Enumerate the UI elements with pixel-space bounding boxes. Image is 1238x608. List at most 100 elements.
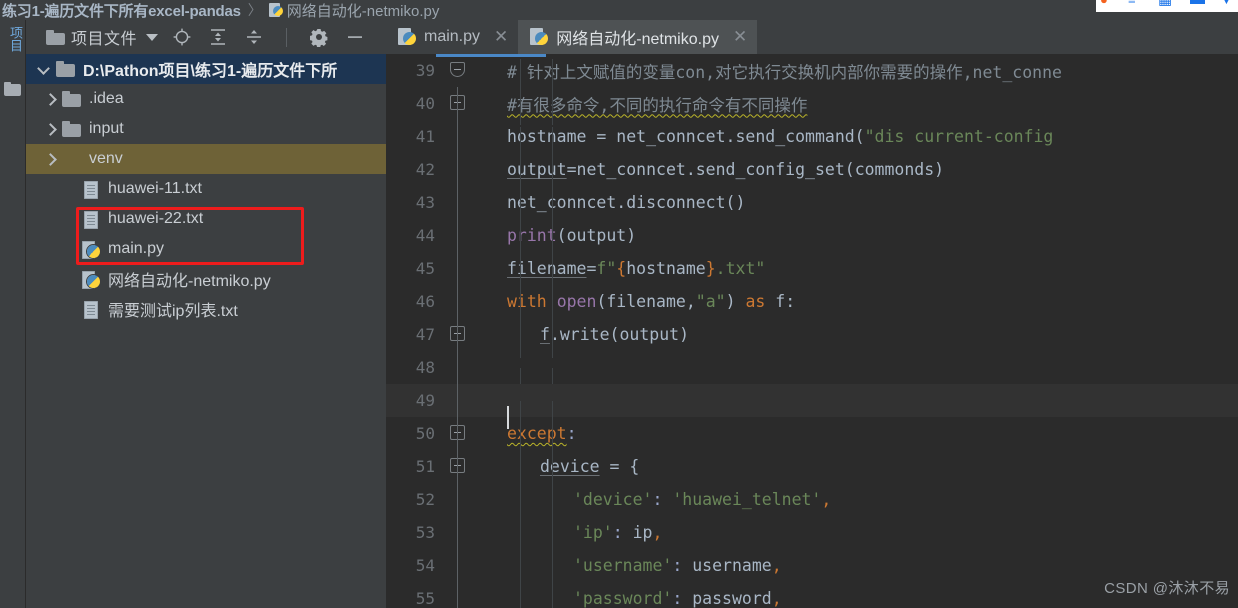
chat-icon[interactable]: ● xyxy=(1100,0,1108,6)
tree-row-project-root[interactable]: D:\Pathon项目\练习1-遍历文件下所 xyxy=(26,54,386,84)
fold-gutter[interactable] xyxy=(444,252,470,285)
line-number: 44 xyxy=(415,226,435,245)
code-line[interactable]: 39 # 针对上文赋值的变量con,对它执行交换机内部你需要的操作,net_con… xyxy=(386,54,1238,92)
code-lines[interactable]: 39 # 针对上文赋值的变量con,对它执行交换机内部你需要的操作,net_con… xyxy=(386,54,1238,608)
code-text: filename=f"{hostname}.txt" xyxy=(470,259,1238,292)
fold-gutter[interactable] xyxy=(444,153,470,186)
line-number: 40 xyxy=(415,94,435,113)
breadcrumb-project[interactable]: 练习1-遍历文件下所有excel-pandas xyxy=(2,0,241,20)
fold-gutter[interactable] xyxy=(444,285,470,318)
tree-row-huawei-11[interactable]: huawei-11.txt xyxy=(26,174,386,204)
code-text: # 针对上文赋值的变量con,对它执行交换机内部你需要的操作,net_conne xyxy=(470,58,1238,92)
code-line[interactable]: 45 filename=f"{hostname}.txt" xyxy=(386,252,1238,292)
fold-gutter[interactable] xyxy=(444,483,470,516)
tab-netmiko-py[interactable]: 网络自动化-netmiko.py ✕ xyxy=(518,20,758,54)
code-editor: main.py ✕ 网络自动化-netmiko.py ✕ 39 # 针对上文赋值的… xyxy=(386,20,1238,608)
tree-row-netmiko-py[interactable]: 网络自动化-netmiko.py xyxy=(26,264,386,294)
fold-region-line xyxy=(457,285,458,318)
fold-gutter[interactable] xyxy=(444,516,470,549)
code-line[interactable]: 53 'ip': ip, xyxy=(386,516,1238,556)
fold-gutter[interactable] xyxy=(444,219,470,252)
line-number: 54 xyxy=(415,556,435,575)
fold-region-line xyxy=(457,549,458,582)
chevron-down-icon[interactable] xyxy=(146,33,159,41)
tree-row-ip-list-txt[interactable]: 需要测试ip列表.txt xyxy=(26,294,386,324)
tree-label: main.py xyxy=(108,240,165,257)
line-number: 42 xyxy=(415,160,435,179)
code-line[interactable]: 49 xyxy=(386,384,1238,434)
download-icon[interactable]: ▼ xyxy=(1220,0,1233,6)
fold-gutter[interactable] xyxy=(444,582,470,608)
line-number: 46 xyxy=(415,292,435,311)
chevron-right-icon[interactable] xyxy=(45,124,56,135)
code-line[interactable]: 50 except: xyxy=(386,417,1238,457)
fold-region-line xyxy=(457,450,458,483)
close-icon[interactable]: ✕ xyxy=(494,27,508,47)
fold-gutter[interactable] xyxy=(444,120,470,153)
project-tool-window-label[interactable]: 项目 xyxy=(3,26,23,72)
code-line[interactable]: 41 hostname = net_conncet.send_command("d… xyxy=(386,120,1238,160)
settings-gear-icon[interactable] xyxy=(309,27,329,48)
fold-gutter[interactable] xyxy=(444,549,470,582)
fold-region-line xyxy=(457,186,458,219)
menu-icon[interactable]: ≡ xyxy=(1128,0,1136,6)
code-text: #有很多命令,不同的执行命令有不同操作 xyxy=(470,91,1238,125)
line-number: 45 xyxy=(415,259,435,278)
fold-gutter[interactable] xyxy=(444,87,470,120)
line-number: 53 xyxy=(415,523,435,542)
fold-toggle-icon[interactable] xyxy=(450,62,465,77)
close-icon[interactable]: ✕ xyxy=(733,27,747,47)
tab-icon[interactable]: ▬ xyxy=(1190,0,1205,7)
fold-region-line xyxy=(457,219,458,252)
tab-label: main.py xyxy=(424,28,481,45)
tab-main-py[interactable]: main.py ✕ xyxy=(386,20,518,54)
folder-icon[interactable] xyxy=(4,82,22,96)
fold-gutter[interactable] xyxy=(444,186,470,219)
fold-gutter[interactable] xyxy=(444,318,470,351)
code-line[interactable]: 47 f.write(output) xyxy=(386,318,1238,358)
project-panel-title[interactable]: 项目文件 xyxy=(71,25,137,49)
tree-row-venv[interactable]: venv xyxy=(26,144,386,174)
code-text: 'ip': ip, xyxy=(470,523,1238,556)
code-line[interactable]: 51 device = { xyxy=(386,450,1238,490)
bookmark-icon[interactable]: ▦ xyxy=(1158,0,1172,7)
collapse-all-icon[interactable] xyxy=(244,27,264,47)
fold-region-line xyxy=(457,582,458,608)
tree-row-input[interactable]: input xyxy=(26,114,386,144)
tree-row-idea[interactable]: .idea xyxy=(26,84,386,114)
fold-gutter[interactable] xyxy=(444,417,470,450)
fold-gutter[interactable] xyxy=(444,54,470,87)
fold-region-line xyxy=(457,483,458,516)
code-text: net_conncet.disconnect() xyxy=(470,193,1238,226)
code-text: 'device': 'huawei_telnet', xyxy=(470,490,1238,523)
fold-region-line xyxy=(457,516,458,549)
fold-region-line xyxy=(457,120,458,153)
project-tree: D:\Pathon项目\练习1-遍历文件下所 .idea input venv … xyxy=(26,54,386,324)
fold-gutter[interactable] xyxy=(444,450,470,483)
line-number: 50 xyxy=(415,424,435,443)
project-panel-toolbar xyxy=(172,27,365,48)
locate-file-icon[interactable] xyxy=(172,27,192,47)
tree-label: 网络自动化-netmiko.py xyxy=(108,273,271,290)
chevron-down-icon[interactable] xyxy=(39,64,50,75)
tree-label: venv xyxy=(89,150,123,167)
code-line[interactable]: 46 with open(filename,"a") as f: xyxy=(386,285,1238,325)
code-line[interactable]: 40 #有很多命令,不同的执行命令有不同操作 xyxy=(386,87,1238,125)
chevron-right-icon[interactable] xyxy=(45,154,56,165)
hide-panel-icon[interactable] xyxy=(345,27,365,47)
tree-row-main-py[interactable]: main.py xyxy=(26,234,386,264)
tree-row-huawei-22[interactable]: huawei-22.txt xyxy=(26,204,386,234)
fold-gutter[interactable] xyxy=(444,351,470,384)
code-line[interactable]: 44 print(output) xyxy=(386,219,1238,259)
fold-region-line xyxy=(457,384,458,417)
code-line[interactable]: 48 xyxy=(386,351,1238,401)
code-line[interactable]: 42 output=net_conncet.send_config_set(com… xyxy=(386,153,1238,193)
chevron-right-icon[interactable] xyxy=(45,94,56,105)
code-line[interactable]: 43 net_conncet.disconnect() xyxy=(386,186,1238,226)
fold-gutter[interactable] xyxy=(444,384,470,417)
breadcrumb-file[interactable]: 网络自动化-netmiko.py xyxy=(287,0,440,20)
expand-all-icon[interactable] xyxy=(208,27,228,47)
pycharm-window: ● ≡ ▦ ▬ ▼ 练习1-遍历文件下所有excel-pandas 〉 网络自动… xyxy=(0,0,1238,608)
outer-browser-toolbar-sliver: ● ≡ ▦ ▬ ▼ xyxy=(1096,0,1238,12)
code-line[interactable]: 52 'device': 'huawei_telnet', xyxy=(386,483,1238,523)
